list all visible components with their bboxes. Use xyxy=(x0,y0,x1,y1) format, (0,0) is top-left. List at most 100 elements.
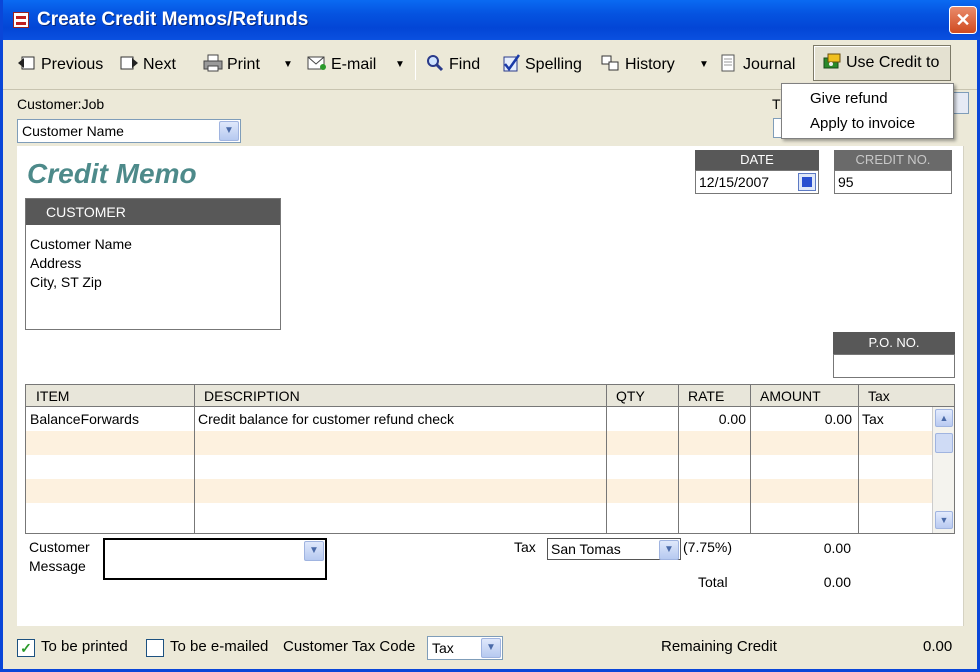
credit-no-header: CREDIT NO. xyxy=(834,150,952,170)
chevron-down-icon[interactable]: ▼ xyxy=(219,121,239,141)
app-icon xyxy=(13,12,29,28)
credit-no-field-group: CREDIT NO. 95 xyxy=(834,150,952,194)
email-button[interactable]: E-mail xyxy=(307,52,376,78)
column-divider xyxy=(606,385,607,533)
remaining-credit-label: Remaining Credit xyxy=(661,638,777,655)
table-row[interactable] xyxy=(26,479,932,503)
history-button[interactable]: History xyxy=(601,52,675,78)
qty-cell[interactable] xyxy=(610,407,676,431)
customer-message-label-line: Message xyxy=(29,558,86,574)
journal-button[interactable]: Journal xyxy=(719,52,795,78)
email-icon xyxy=(307,56,326,70)
customer-message-label: Customer Message xyxy=(29,538,90,576)
column-divider xyxy=(194,385,195,533)
customer-address-line: Customer Name xyxy=(30,236,132,252)
table-row[interactable] xyxy=(26,431,932,455)
customer-address-box[interactable]: CUSTOMER Customer Name Address City, ST … xyxy=(25,198,281,330)
close-button[interactable]: ✕ xyxy=(949,6,977,34)
journal-icon xyxy=(721,54,735,72)
customer-message-select[interactable]: ▼ xyxy=(103,538,327,580)
form-scroll-strip[interactable] xyxy=(963,146,977,626)
table-row[interactable]: BalanceForwards Credit balance for custo… xyxy=(26,407,932,431)
spelling-icon xyxy=(503,54,521,72)
scroll-thumb[interactable] xyxy=(935,433,953,453)
footer-bar: ✓ To be printed To be e-mailed Customer … xyxy=(3,628,977,668)
email-label: E-mail xyxy=(331,56,377,73)
history-icon xyxy=(601,55,619,71)
table-row[interactable] xyxy=(26,503,932,527)
tax-cell[interactable]: Tax xyxy=(862,407,884,431)
find-icon xyxy=(427,55,444,72)
credit-memo-form: Credit Memo DATE 12/15/2007 CREDIT NO. 9… xyxy=(17,146,963,626)
chevron-down-icon[interactable]: ▼ xyxy=(659,540,679,560)
customer-tax-code-select[interactable]: Tax ▼ xyxy=(427,636,503,660)
column-header-rate[interactable]: RATE xyxy=(678,385,724,407)
find-button[interactable]: Find xyxy=(425,52,480,78)
window-title: Create Credit Memos/Refunds xyxy=(37,9,309,30)
tax-label: Tax xyxy=(514,539,536,555)
tax-rate: (7.75%) xyxy=(683,539,733,555)
rate-cell[interactable]: 0.00 xyxy=(682,407,746,431)
tax-item-select[interactable]: San Tomas ▼ xyxy=(547,538,681,560)
column-header-item[interactable]: ITEM xyxy=(26,385,69,407)
history-label: History xyxy=(625,56,675,73)
calendar-icon[interactable] xyxy=(798,173,816,191)
po-no-header: P.O. NO. xyxy=(833,332,955,354)
print-button[interactable]: Print xyxy=(203,52,260,78)
items-table: ITEM DESCRIPTION QTY RATE AMOUNT Tax Bal… xyxy=(25,384,955,534)
find-label: Find xyxy=(449,56,481,73)
customer-header: CUSTOMER xyxy=(26,199,280,225)
spelling-label: Spelling xyxy=(525,56,582,73)
credit-no-input[interactable]: 95 xyxy=(834,170,952,194)
next-icon xyxy=(120,56,138,70)
previous-button[interactable]: Previous xyxy=(17,52,103,78)
column-header-amount[interactable]: AMOUNT xyxy=(750,385,821,407)
column-header-description[interactable]: DESCRIPTION xyxy=(194,385,300,407)
po-no-field-group: P.O. NO. xyxy=(833,332,955,378)
table-header: ITEM DESCRIPTION QTY RATE AMOUNT Tax xyxy=(26,385,954,407)
scroll-up-icon[interactable]: ▲ xyxy=(935,409,953,427)
previous-icon xyxy=(18,56,35,70)
use-credit-to-button[interactable]: Use Credit to xyxy=(813,45,951,81)
give-refund-menu-item[interactable]: Give refund xyxy=(810,90,888,107)
po-no-input[interactable] xyxy=(833,354,955,378)
column-divider xyxy=(750,385,751,533)
chevron-down-icon[interactable]: ▼ xyxy=(481,638,501,658)
scroll-down-icon[interactable]: ▼ xyxy=(935,511,953,529)
column-divider xyxy=(858,385,859,533)
date-field-group: DATE 12/15/2007 xyxy=(695,150,819,194)
email-dropdown-icon[interactable]: ▼ xyxy=(395,52,405,78)
to-be-printed-label[interactable]: To be printed xyxy=(41,638,128,655)
use-credit-label: Use Credit to xyxy=(846,54,940,71)
toolbar-separator xyxy=(415,50,416,80)
customer-address-line: Address xyxy=(30,255,82,271)
title-bar[interactable]: Create Credit Memos/Refunds ✕ xyxy=(3,0,980,40)
spelling-button[interactable]: Spelling xyxy=(501,52,582,78)
table-scrollbar[interactable]: ▲ ▼ xyxy=(932,407,954,533)
print-dropdown-icon[interactable]: ▼ xyxy=(283,52,293,78)
item-cell[interactable]: BalanceForwards xyxy=(30,407,139,431)
total-label: Total xyxy=(698,574,728,590)
journal-label: Journal xyxy=(743,56,796,73)
date-input[interactable]: 12/15/2007 xyxy=(695,170,819,194)
date-value: 12/15/2007 xyxy=(699,174,770,190)
amount-cell[interactable]: 0.00 xyxy=(754,407,852,431)
next-button[interactable]: Next xyxy=(119,52,176,78)
chevron-down-icon[interactable]: ▼ xyxy=(304,541,324,561)
form-title: Credit Memo xyxy=(27,158,197,189)
customer-job-select[interactable]: Customer Name ▼ xyxy=(17,119,241,143)
date-header: DATE xyxy=(695,150,819,170)
customer-address-line: City, ST Zip xyxy=(30,274,102,290)
print-label: Print xyxy=(227,56,260,73)
to-be-emailed-label[interactable]: To be e-mailed xyxy=(170,638,268,655)
to-be-emailed-checkbox[interactable] xyxy=(146,639,164,657)
apply-to-invoice-menu-item[interactable]: Apply to invoice xyxy=(810,115,915,132)
history-dropdown-icon[interactable]: ▼ xyxy=(699,52,709,78)
column-header-qty[interactable]: QTY xyxy=(606,385,645,407)
column-header-tax[interactable]: Tax xyxy=(858,385,890,407)
template-label-partial: T xyxy=(772,96,781,112)
description-cell[interactable]: Credit balance for customer refund check xyxy=(198,407,454,431)
to-be-printed-checkbox[interactable]: ✓ xyxy=(17,639,35,657)
table-row[interactable] xyxy=(26,455,932,479)
create-credit-memo-window: Create Credit Memos/Refunds ✕ Previous N… xyxy=(0,0,980,672)
